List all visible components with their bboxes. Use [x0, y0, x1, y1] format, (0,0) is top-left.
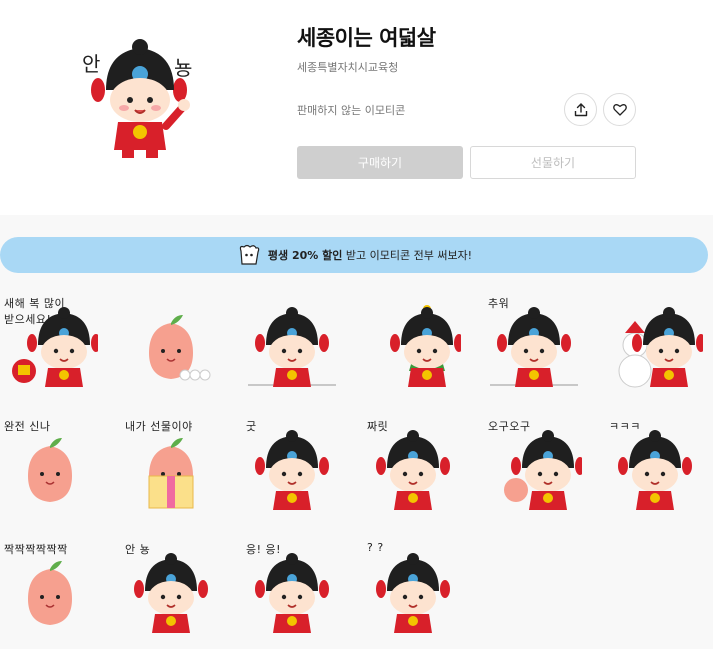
sticker-item[interactable]: 오구오구 — [486, 418, 582, 514]
sticker-caption: 오구오구 — [488, 420, 531, 433]
sticker-caption: 굿 — [246, 420, 257, 433]
sticker-item[interactable]: 굿 — [244, 418, 340, 514]
like-button[interactable] — [603, 93, 636, 126]
boy-character-icon — [618, 430, 692, 510]
share-icon — [574, 102, 587, 116]
peach-character-icon — [148, 438, 194, 509]
hero-emoticon-image: 안 뇽 — [78, 30, 208, 165]
banner-text: 평생 20% 할인 받고 이모티콘 전부 써보자! — [267, 249, 473, 262]
peach-character-icon — [28, 561, 72, 625]
boy-character-icon — [255, 553, 329, 633]
sticker-item[interactable] — [123, 295, 219, 391]
sticker-caption: 완전 신나 — [4, 420, 51, 433]
sticker-caption: 짝짝짝짝짝짝 — [4, 543, 68, 556]
sticker-caption: 내가 선물이야 — [125, 420, 193, 433]
sticker-caption: 안 뇽 — [125, 543, 151, 556]
boy-character-icon — [618, 307, 703, 388]
sticker-item[interactable]: 안 뇽 — [123, 541, 219, 637]
boy-character-icon — [91, 39, 190, 158]
boy-character-icon — [134, 553, 208, 633]
sticker-caption: ㅋㅋㅋ — [609, 420, 641, 433]
boy-character-icon — [504, 430, 582, 510]
peach-character-icon — [28, 438, 72, 502]
promo-banner[interactable]: 평생 20% 할인 받고 이모티콘 전부 써보자! — [0, 237, 708, 273]
sticker-item[interactable]: 추워 — [486, 295, 582, 391]
sticker-item[interactable]: 새해 복 많이 받으세요! — [2, 295, 98, 391]
sticker-preview-area: 평생 20% 할인 받고 이모티콘 전부 써보자! 새해 복 많이 받으세요! 추… — [0, 215, 713, 649]
sticker-caption: 짜릿 — [367, 420, 389, 433]
sticker-item[interactable]: 짝짝짝짝짝짝 — [2, 541, 98, 637]
gift-button[interactable]: 선물하기 — [470, 146, 636, 179]
product-author[interactable]: 세종특별자치시교육청 — [297, 59, 398, 75]
product-header: 안 뇽 세종이는 여덟살 세종특별자치시교육청 판매하지 않는 이모티콘 구매하… — [0, 0, 713, 215]
sticker-item[interactable] — [365, 295, 461, 391]
sticker-item[interactable]: 짜릿 — [365, 418, 461, 514]
peach-character-icon — [149, 315, 211, 381]
sticker-item[interactable]: 응! 응! — [244, 541, 340, 637]
sticker-item[interactable]: ㅋㅋㅋ — [607, 418, 703, 514]
heart-icon — [612, 104, 627, 116]
boy-character-icon — [490, 307, 578, 387]
sticker-caption: ? ? — [367, 541, 384, 554]
sticker-caption: 응! 응! — [246, 543, 282, 556]
sticker-item[interactable]: 완전 신나 — [2, 418, 98, 514]
boy-character-icon — [376, 553, 450, 633]
boy-character-icon — [376, 430, 450, 510]
sticker-item[interactable] — [244, 295, 340, 391]
sticker-item[interactable]: ? ? — [365, 541, 461, 637]
sale-status-text: 판매하지 않는 이모티콘 — [297, 104, 406, 117]
boy-character-icon — [390, 305, 461, 387]
boy-character-icon — [255, 430, 329, 510]
sticker-caption: 추워 — [488, 297, 510, 310]
buy-button[interactable]: 구매하기 — [297, 146, 463, 179]
boy-character-icon — [248, 307, 336, 387]
sticker-item[interactable]: 내가 선물이야 — [123, 418, 219, 514]
sticker-item[interactable] — [607, 295, 703, 391]
share-button[interactable] — [564, 93, 597, 126]
mascot-icon — [239, 244, 260, 265]
product-title: 세종이는 여덟살 — [297, 26, 436, 50]
sticker-caption: 새해 복 많이 받으세요! — [4, 297, 66, 326]
